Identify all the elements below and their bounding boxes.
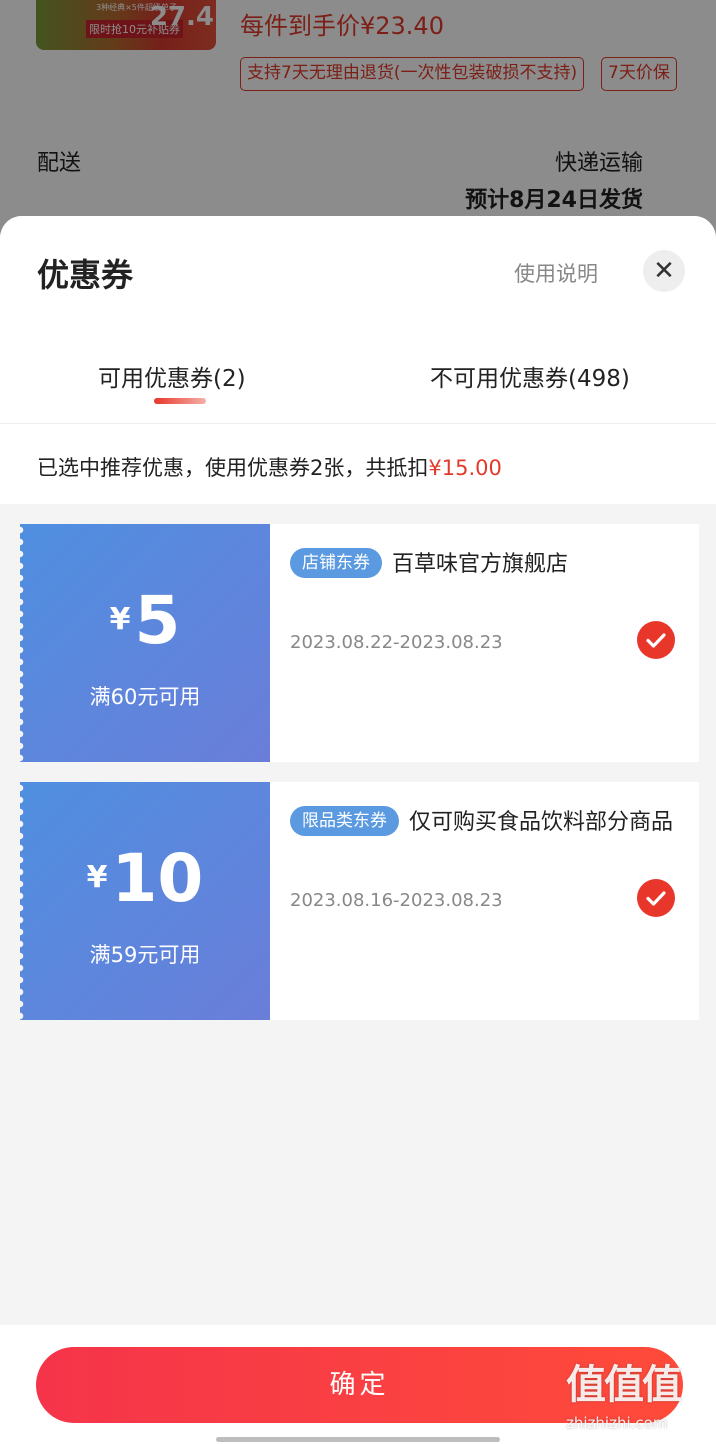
selected-check-icon[interactable] <box>637 879 675 917</box>
watermark-site: zhizhizhi.com <box>566 1414 668 1432</box>
coupon-amount: ¥5 <box>20 582 270 659</box>
coupon-type-badge: 店铺东券 <box>290 548 382 578</box>
summary-amount: ¥15.00 <box>428 456 502 480</box>
tab-available-coupons[interactable]: 可用优惠券(2) <box>98 359 246 393</box>
coupon-condition: 满60元可用 <box>89 685 201 709</box>
coupon-amount-value: 5 <box>134 582 181 659</box>
sheet-header: 优惠券 使用说明 ✕ 可用优惠券(2) 不可用优惠券(498) 已选中推荐优惠，… <box>0 216 716 504</box>
close-icon: ✕ <box>653 256 675 286</box>
tab-unavailable-coupons[interactable]: 不可用优惠券(498) <box>430 359 630 393</box>
selected-check-icon[interactable] <box>637 621 675 659</box>
coupon-amount-value: 10 <box>111 840 204 917</box>
close-button[interactable]: ✕ <box>643 250 685 292</box>
coupon-title-text: 百草味官方旗舰店 <box>392 552 569 577</box>
coupon-card[interactable]: ¥10 满59元可用 限品类东券 仅可购买食品饮料部分商品 2023.08.16-… <box>20 782 699 1020</box>
product-summary: 3种经典×5件超级单子 限时抢10元补贴券 27.4 每件到手价¥23.40 支… <box>0 0 716 240</box>
modal-overlay[interactable] <box>0 0 716 240</box>
coupon-sheet: 优惠券 使用说明 ✕ 可用优惠券(2) 不可用优惠券(498) 已选中推荐优惠，… <box>0 216 716 1444</box>
coupon-title-text: 仅可购买食品饮料部分商品 <box>409 810 674 835</box>
active-tab-indicator <box>154 398 206 404</box>
coupon-type-badge: 限品类东券 <box>290 806 399 836</box>
coupon-value-panel: ¥5 满60元可用 <box>20 524 270 762</box>
coupon-title: 店铺东券 百草味官方旗舰店 <box>290 548 680 582</box>
watermark-logo: 值值值 <box>566 1362 682 1408</box>
currency-symbol: ¥ <box>86 860 108 895</box>
coupon-validity: 2023.08.22-2023.08.23 <box>290 632 503 653</box>
discount-summary: 已选中推荐优惠，使用优惠券2张，共抵扣¥15.00 <box>37 452 502 482</box>
currency-symbol: ¥ <box>109 602 131 637</box>
coupon-condition: 满59元可用 <box>89 943 201 967</box>
usage-instructions-link[interactable]: 使用说明 <box>514 258 598 288</box>
home-indicator <box>216 1437 500 1442</box>
divider <box>0 423 716 424</box>
coupon-card[interactable]: ¥5 满60元可用 店铺东券 百草味官方旗舰店 2023.08.22-2023.0… <box>20 524 699 762</box>
coupon-title: 限品类东券 仅可购买食品饮料部分商品 <box>290 806 680 840</box>
summary-text: 已选中推荐优惠，使用优惠券2张，共抵扣 <box>37 456 429 480</box>
coupon-value-panel: ¥10 满59元可用 <box>20 782 270 1020</box>
coupon-amount: ¥10 <box>20 840 270 917</box>
coupon-validity: 2023.08.16-2023.08.23 <box>290 890 503 911</box>
sheet-title: 优惠券 <box>37 256 134 294</box>
